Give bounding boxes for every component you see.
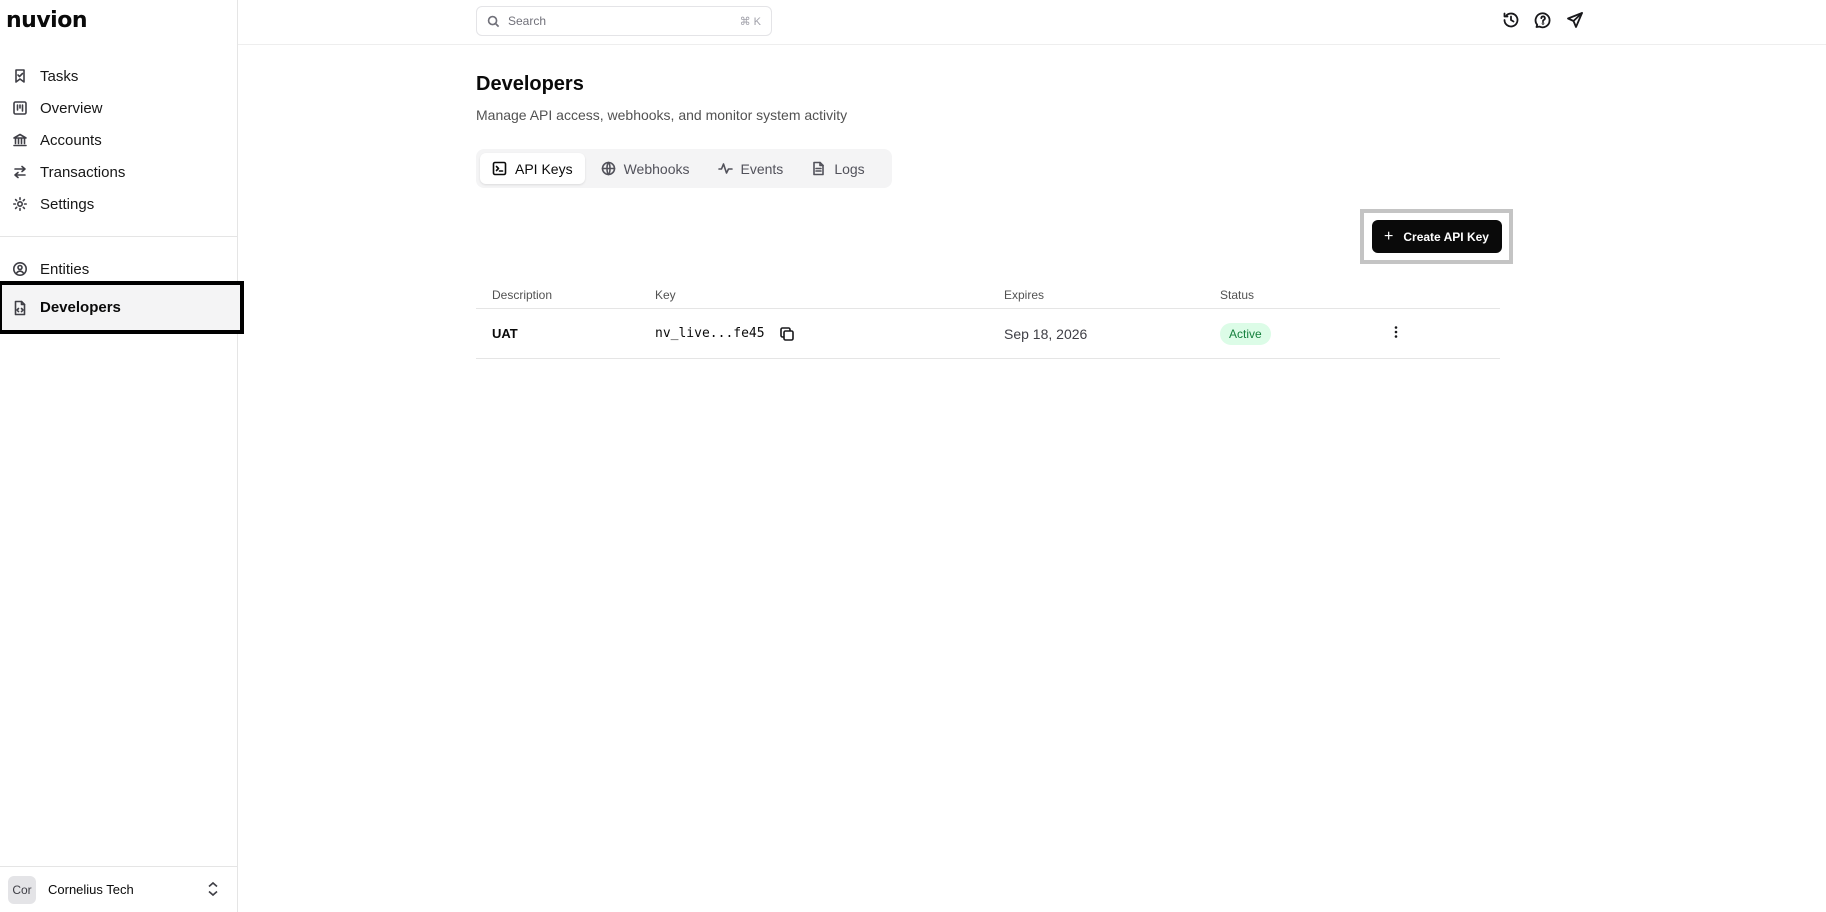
bank-icon	[12, 132, 28, 148]
search-icon	[487, 15, 500, 27]
table-row: UAT nv_live...fe45 Sep 18, 2026 Active	[476, 309, 1500, 359]
sidebar-item-accounts[interactable]: Accounts	[6, 124, 232, 156]
more-vertical-icon[interactable]	[1388, 324, 1404, 340]
user-circle-icon	[12, 261, 28, 277]
history-icon[interactable]	[1502, 11, 1520, 29]
activity-icon	[717, 163, 733, 174]
sidebar-item-overview[interactable]: Overview	[6, 92, 232, 124]
arrows-left-right-icon	[12, 164, 28, 180]
header-expires: Expires	[1004, 288, 1045, 302]
sidebar-item-label: Entities	[40, 260, 90, 278]
chevrons-up-down-icon[interactable]	[206, 880, 222, 900]
table-header: Description Key Expires Status	[476, 282, 1500, 309]
create-api-key-highlight: + Create API Key	[1360, 209, 1513, 264]
sidebar-item-developers[interactable]: Developers	[0, 281, 244, 334]
sidebar-item-tasks[interactable]: Tasks	[6, 60, 232, 92]
topbar: Search ⌘ K	[238, 0, 1826, 45]
sidebar-item-label: Overview	[40, 99, 103, 117]
status-badge: Active	[1220, 322, 1271, 345]
page-title: Developers	[476, 73, 584, 95]
org-name: Cornelius Tech	[48, 882, 134, 897]
developer-tabs: API Keys Webhooks Events Logs	[476, 149, 892, 188]
header-description: Description	[492, 288, 553, 302]
sidebar: nuvion Tasks Overview Accounts Transacti…	[0, 0, 244, 912]
tab-label: Events	[740, 160, 784, 177]
app-root: nuvion Tasks Overview Accounts Transacti…	[0, 0, 1826, 912]
globe-icon	[601, 161, 615, 176]
sidebar-item-settings[interactable]: Settings	[6, 188, 232, 220]
tab-label: API Keys	[515, 160, 573, 177]
page-subtitle: Manage API access, webhooks, and monitor…	[476, 107, 848, 123]
cell-description: UAT	[492, 326, 518, 341]
sidebar-item-label: Developers	[40, 299, 121, 316]
logo: nuvion	[6, 8, 87, 33]
avatar: Cor	[8, 875, 36, 904]
terminal-icon	[492, 161, 507, 176]
gear-icon	[12, 196, 28, 212]
tab-events[interactable]: Events	[706, 153, 796, 184]
file-code-icon	[12, 300, 28, 316]
cell-key: nv_live...fe45	[655, 326, 1004, 342]
api-keys-table: Description Key Expires Status UAT nv_li…	[476, 282, 1500, 359]
kanban-icon	[12, 100, 28, 116]
create-api-key-label: Create API Key	[1403, 229, 1489, 244]
header-key: Key	[655, 288, 676, 302]
copy-icon[interactable]	[779, 326, 795, 342]
sidebar-divider	[0, 236, 238, 237]
cell-expires: Sep 18, 2026	[1004, 325, 1088, 342]
sidebar-item-label: Accounts	[40, 131, 102, 149]
tab-label: Webhooks	[623, 160, 690, 177]
tab-api-keys[interactable]: API Keys	[480, 153, 585, 184]
search-placeholder: Search	[508, 14, 547, 28]
tab-logs[interactable]: Logs	[799, 153, 876, 184]
sidebar-item-label: Transactions	[40, 163, 126, 181]
api-key-value: nv_live...fe45	[655, 326, 765, 341]
sidebar-nav: Tasks Overview Accounts Transactions Set…	[0, 60, 244, 334]
send-icon[interactable]	[1566, 11, 1584, 29]
topbar-actions	[1502, 11, 1584, 29]
sidebar-item-label: Settings	[40, 195, 95, 213]
file-text-icon	[813, 161, 825, 176]
create-api-key-button[interactable]: + Create API Key	[1371, 220, 1502, 253]
tab-label: Logs	[834, 160, 865, 177]
sidebar-item-entities[interactable]: Entities	[6, 253, 232, 285]
search-input[interactable]: Search ⌘ K	[476, 6, 772, 36]
cell-status: Active	[1220, 322, 1380, 345]
plus-icon: +	[1384, 227, 1394, 245]
cell-actions	[1380, 324, 1500, 343]
org-switcher[interactable]: Cor Cornelius Tech	[0, 866, 238, 912]
tab-webhooks[interactable]: Webhooks	[589, 153, 702, 184]
sidebar-item-label: Tasks	[40, 67, 79, 85]
sidebar-item-transactions[interactable]: Transactions	[6, 156, 232, 188]
search-shortcut: ⌘ K	[739, 15, 761, 28]
help-chat-icon[interactable]	[1534, 11, 1552, 29]
bookmark-check-icon	[12, 68, 28, 84]
header-status: Status	[1220, 288, 1255, 302]
